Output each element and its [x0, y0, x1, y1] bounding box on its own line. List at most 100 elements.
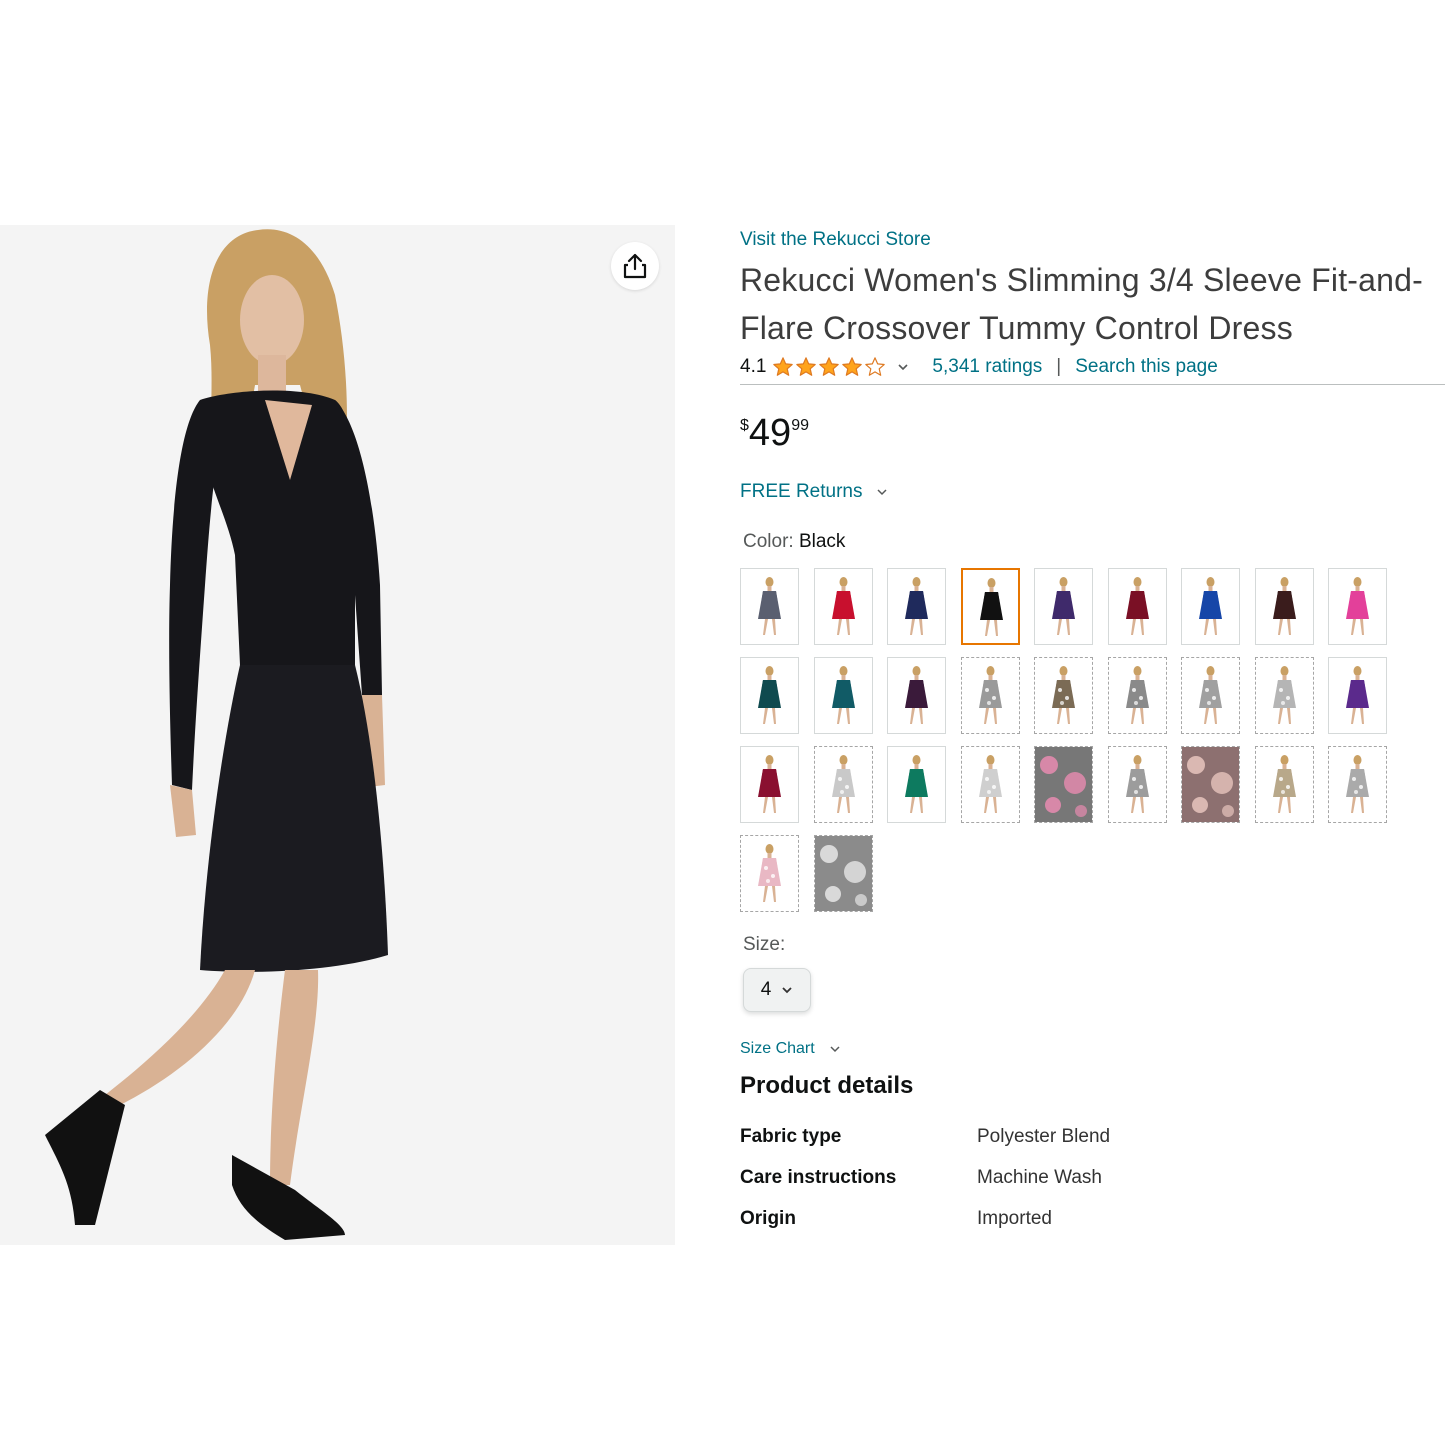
share-icon [623, 253, 647, 279]
swatch-thumbnail [1329, 747, 1386, 822]
star-icon [842, 357, 863, 376]
swatch-thumbnail [1182, 658, 1239, 733]
swatch-thumbnail [1329, 658, 1386, 733]
color-swatch[interactable] [740, 746, 799, 823]
swatch-thumbnail [1035, 569, 1092, 644]
color-swatch[interactable] [960, 746, 1020, 823]
ratings-count-link[interactable]: 5,341 ratings [932, 356, 1042, 378]
swatch-thumbnail [961, 658, 1019, 733]
swatch-thumbnail [888, 747, 945, 822]
details-key: Fabric type [740, 1126, 842, 1147]
color-swatch[interactable] [813, 657, 873, 734]
swatch-thumbnail [814, 836, 872, 911]
swatch-thumbnail [1255, 658, 1313, 733]
color-swatch[interactable] [1107, 568, 1167, 645]
swatch-thumbnail [1329, 569, 1386, 644]
color-swatch[interactable] [1328, 746, 1387, 823]
color-swatch[interactable] [1034, 746, 1093, 823]
color-swatch[interactable] [1181, 568, 1240, 645]
swatch-thumbnail [1255, 747, 1313, 822]
free-returns-label: FREE Returns [740, 481, 863, 502]
product-details-table: Fabric type Polyester Blend Care instruc… [740, 1126, 1110, 1249]
chevron-down-icon [877, 489, 888, 496]
details-row: Origin Imported [740, 1208, 1110, 1249]
swatch-thumbnail [1108, 747, 1166, 822]
chevron-down-icon [830, 1046, 840, 1053]
star-icon [819, 357, 840, 376]
color-swatch[interactable] [740, 568, 799, 645]
color-swatch[interactable] [1254, 746, 1314, 823]
swatch-thumbnail [814, 747, 872, 822]
swatch-thumbnail [961, 747, 1019, 822]
chevron-down-icon[interactable] [896, 360, 910, 374]
color-swatch[interactable] [960, 657, 1020, 734]
size-chart-link[interactable]: Size Chart [740, 1040, 1445, 1058]
swatch-thumbnail [1108, 569, 1166, 644]
star-icon [865, 357, 886, 376]
details-value: Imported [977, 1208, 1052, 1229]
swatch-thumbnail [741, 747, 798, 822]
swatch-thumbnail [741, 836, 798, 911]
swatch-thumbnail [741, 658, 798, 733]
swatch-thumbnail [814, 658, 872, 733]
details-key: Care instructions [740, 1167, 897, 1188]
color-swatch[interactable] [813, 568, 873, 645]
swatch-thumbnail [1182, 747, 1239, 822]
swatch-thumbnail [1035, 658, 1092, 733]
free-returns-link[interactable]: FREE Returns [740, 481, 1445, 503]
search-this-page-link[interactable]: Search this page [1075, 356, 1218, 378]
rating-row: 4.1 5,341 ratings | Search this page [740, 352, 1445, 385]
rating-value: 4.1 [740, 356, 767, 377]
price-whole: 49 [748, 412, 792, 454]
swatch-thumbnail [1255, 569, 1313, 644]
size-chart-label: Size Chart [740, 1040, 815, 1057]
color-swatch[interactable] [813, 835, 873, 912]
details-row: Care instructions Machine Wash [740, 1167, 1110, 1208]
color-swatch[interactable] [887, 568, 946, 645]
price-fraction: 99 [791, 417, 809, 434]
color-swatch[interactable] [1328, 657, 1387, 734]
price: $ 49 99 [740, 411, 1445, 461]
color-swatch[interactable] [1034, 568, 1093, 645]
color-swatches [740, 568, 1445, 912]
color-swatch[interactable] [960, 568, 1020, 645]
star-icon [773, 357, 794, 376]
separator: | [1056, 356, 1062, 377]
color-swatch[interactable] [1328, 568, 1387, 645]
share-button[interactable] [611, 242, 659, 290]
swatch-thumbnail [741, 569, 798, 644]
star-rating[interactable] [772, 356, 886, 378]
swatch-thumbnail [888, 569, 945, 644]
swatch-thumbnail [888, 658, 945, 733]
color-label: Color: [743, 531, 794, 552]
size-value: 4 [760, 979, 772, 1000]
chevron-down-icon [782, 987, 792, 994]
product-details-heading: Product details [740, 1072, 914, 1099]
details-row: Fabric type Polyester Blend [740, 1126, 1110, 1167]
color-swatch[interactable] [1181, 657, 1240, 734]
color-swatch[interactable] [1181, 746, 1240, 823]
star-icon [796, 357, 817, 376]
color-swatch[interactable] [740, 835, 799, 912]
size-dropdown[interactable]: 4 [743, 968, 811, 1012]
selected-color: Black [798, 531, 846, 552]
price-currency: $ [740, 417, 749, 434]
color-swatch[interactable] [1254, 657, 1314, 734]
color-swatch[interactable] [813, 746, 873, 823]
color-swatch[interactable] [740, 657, 799, 734]
swatch-thumbnail [1035, 747, 1092, 822]
color-swatch[interactable] [887, 746, 946, 823]
color-swatch[interactable] [1107, 746, 1167, 823]
details-key: Origin [740, 1208, 796, 1229]
swatch-thumbnail [1108, 658, 1166, 733]
color-swatch[interactable] [1034, 657, 1093, 734]
color-swatch[interactable] [1254, 568, 1314, 645]
color-swatch[interactable] [1107, 657, 1167, 734]
color-selection: Color: Black [740, 531, 1445, 553]
color-swatch[interactable] [887, 657, 946, 734]
details-value: Machine Wash [977, 1167, 1102, 1188]
size-label: Size: [743, 934, 786, 955]
swatch-thumbnail [814, 569, 872, 644]
product-image[interactable] [0, 225, 675, 1245]
store-link[interactable]: Visit the Rekucci Store [740, 226, 1445, 254]
